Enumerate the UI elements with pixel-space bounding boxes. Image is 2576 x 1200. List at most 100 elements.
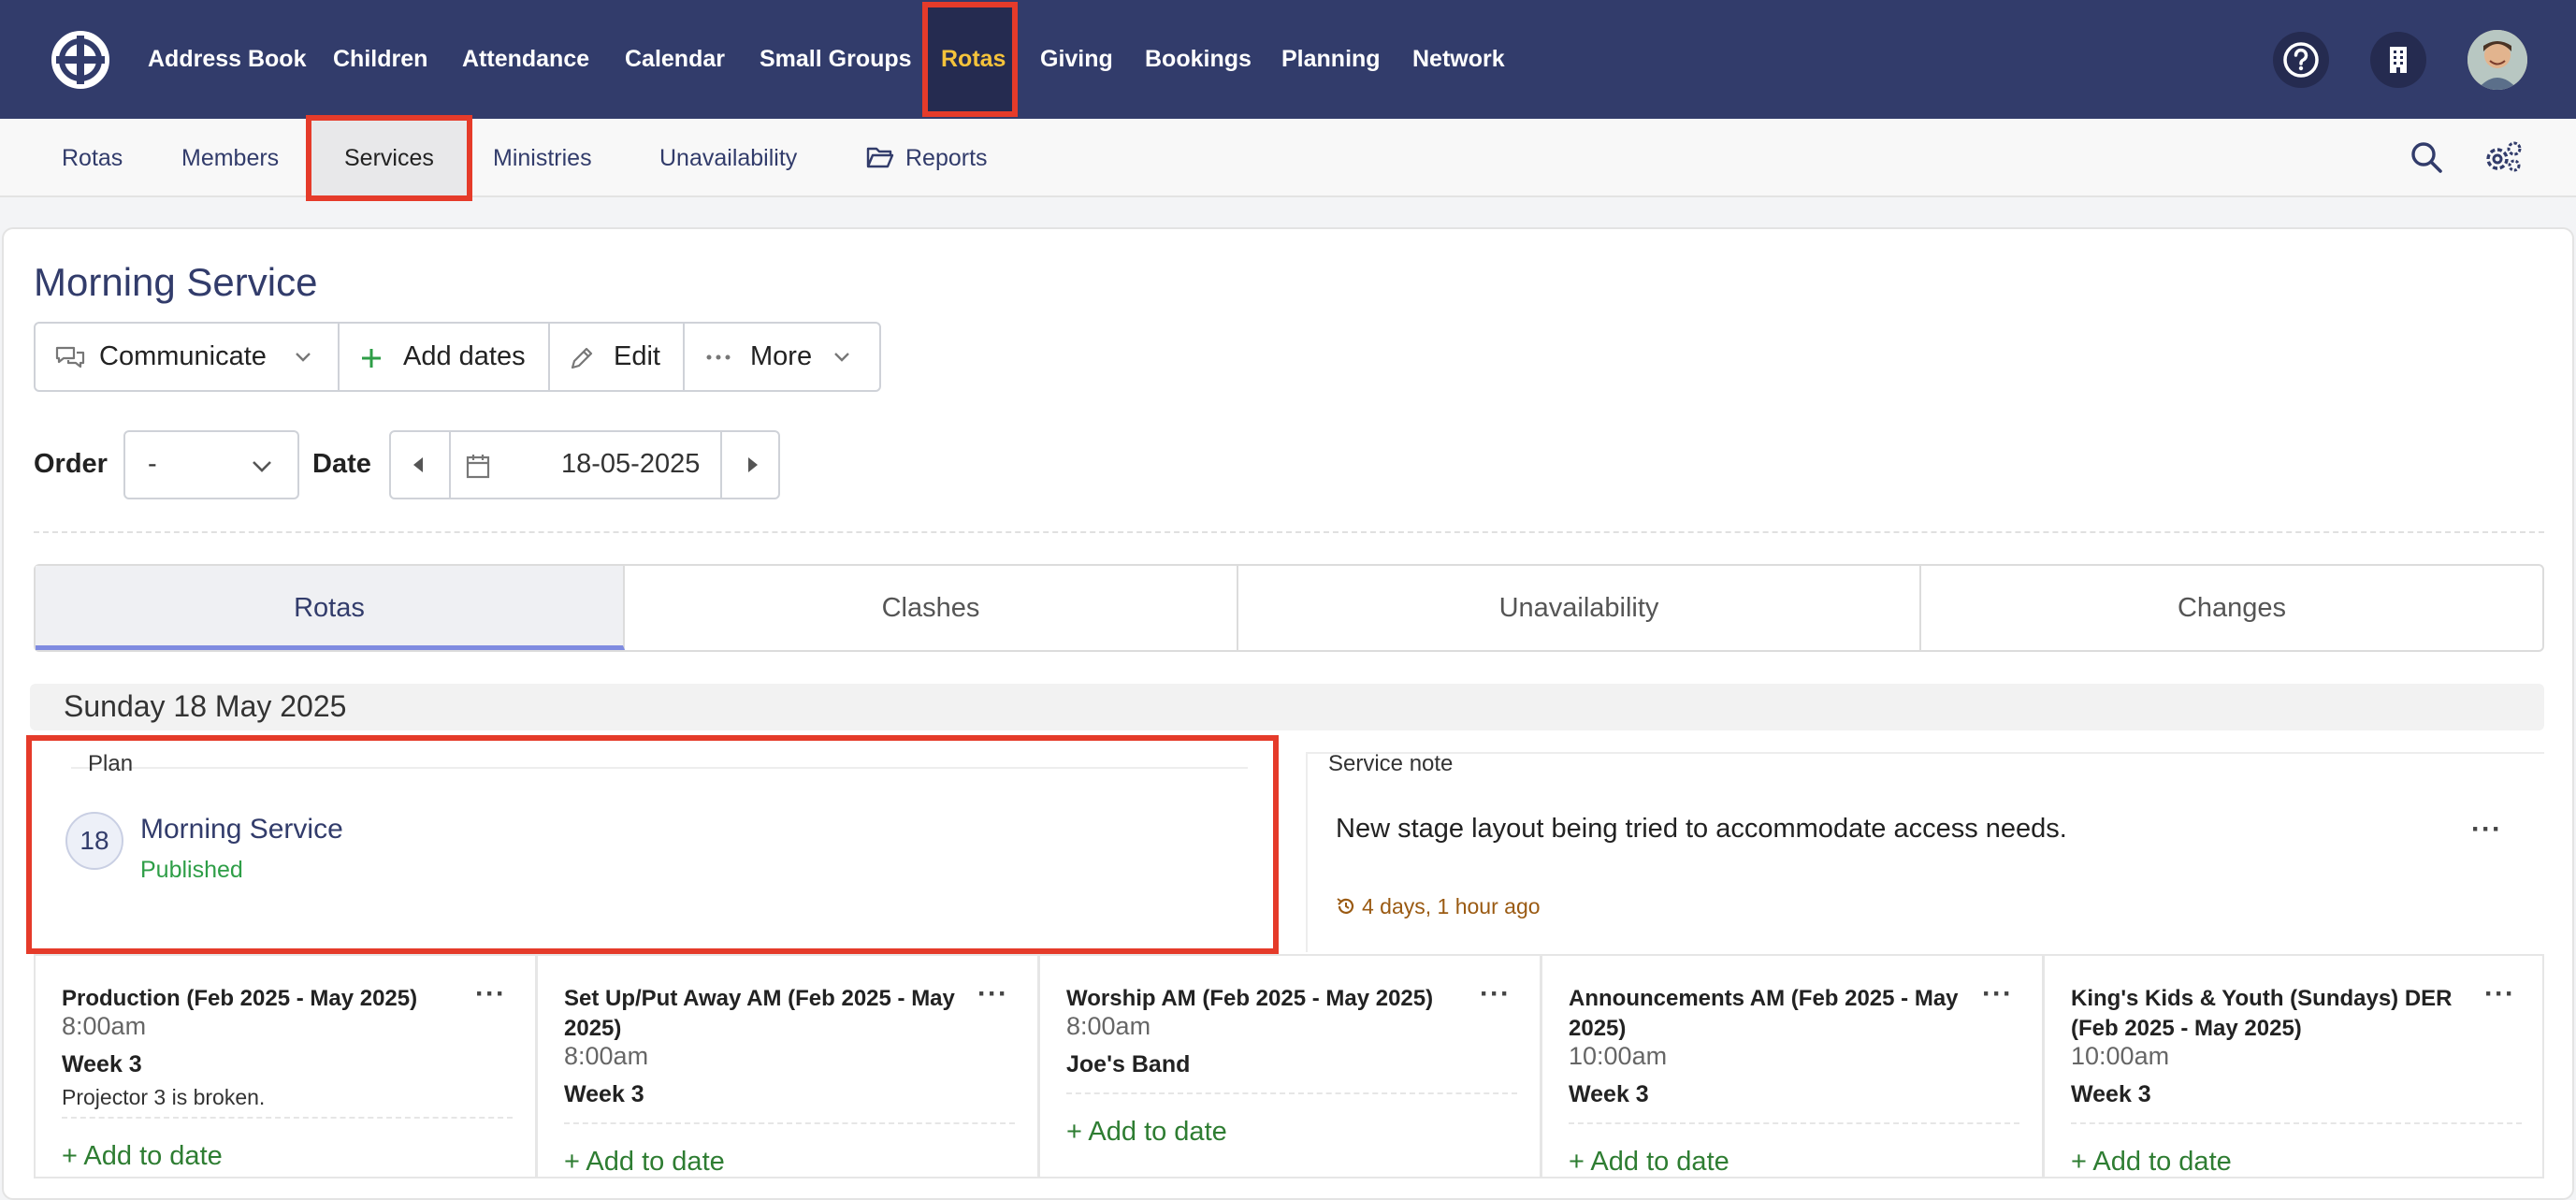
- rota-card: Set Up/Put Away AM (Feb 2025 - May 2025)…: [536, 954, 1039, 1178]
- chevron-down-icon: [296, 353, 311, 362]
- nav-giving[interactable]: Giving: [1040, 41, 1113, 77]
- communicate-button[interactable]: Communicate: [36, 324, 340, 390]
- rota-menu-button[interactable]: ···: [2484, 978, 2515, 1010]
- divider: [34, 531, 2544, 533]
- plan-label: Plan: [88, 751, 134, 776]
- date-picker[interactable]: 18-05-2025: [389, 430, 780, 499]
- tab-rotas[interactable]: Rotas: [36, 566, 625, 650]
- edit-button[interactable]: Edit: [550, 324, 685, 390]
- nav-small-groups[interactable]: Small Groups: [760, 41, 912, 77]
- add-to-date-button[interactable]: + Add to date: [62, 1141, 223, 1172]
- top-navbar: Address Book Children Attendance Calenda…: [0, 0, 2576, 119]
- rota-title[interactable]: King's Kids & Youth (Sundays) DER (Feb 2…: [2071, 984, 2473, 1044]
- tab-changes[interactable]: Changes: [1921, 566, 2542, 650]
- plan-link[interactable]: Morning Service: [140, 814, 343, 846]
- nav-bookings[interactable]: Bookings: [1145, 41, 1252, 77]
- subnav-members[interactable]: Members: [181, 141, 279, 175]
- add-to-date-label: Add to date: [1088, 1117, 1227, 1147]
- tab-clashes[interactable]: Clashes: [625, 566, 1238, 650]
- nav-address-book[interactable]: Address Book: [148, 41, 306, 77]
- nav-children[interactable]: Children: [333, 41, 427, 77]
- page-title: Morning Service: [34, 260, 318, 304]
- rota-card: Announcements AM (Feb 2025 - May 2025) ·…: [1541, 954, 2044, 1178]
- date-value: 18-05-2025: [561, 449, 701, 479]
- building-icon: [2390, 47, 2407, 73]
- add-to-date-button[interactable]: + Add to date: [1569, 1147, 1729, 1178]
- add-to-date-label: Add to date: [1590, 1147, 1729, 1177]
- rota-time: 10:00am: [1569, 1042, 1668, 1070]
- service-note-updated: 4 days, 1 hour ago: [1362, 894, 1541, 918]
- folder-icon: [866, 147, 894, 168]
- plus-icon: +: [62, 1141, 84, 1171]
- add-to-date-label: Add to date: [83, 1141, 223, 1171]
- subnav-unavailability[interactable]: Unavailability: [659, 141, 797, 175]
- add-dates-button[interactable]: Add dates: [340, 324, 550, 390]
- action-button-group: Communicate Add dates Edit More: [34, 322, 881, 392]
- service-note-panel: [1306, 752, 2544, 952]
- nav-attendance[interactable]: Attendance: [462, 41, 589, 77]
- user-avatar[interactable]: [2467, 30, 2527, 90]
- nav-calendar[interactable]: Calendar: [625, 41, 725, 77]
- rota-week: Week 3: [62, 1051, 142, 1077]
- add-to-date-button[interactable]: + Add to date: [1066, 1117, 1227, 1148]
- next-date-button[interactable]: [720, 432, 780, 498]
- rota-menu-button[interactable]: ···: [475, 978, 506, 1010]
- add-dates-label: Add dates: [403, 341, 526, 371]
- plan-day-badge: 18: [65, 812, 123, 870]
- plus-icon: [362, 349, 381, 368]
- add-to-date-button[interactable]: + Add to date: [2071, 1147, 2232, 1178]
- rota-title[interactable]: Set Up/Put Away AM (Feb 2025 - May 2025): [564, 984, 966, 1044]
- avatar-icon: [2467, 30, 2527, 90]
- caret-left-icon: [413, 457, 423, 472]
- ellipsis-icon: [706, 354, 731, 360]
- service-note-menu-button[interactable]: ···: [2471, 814, 2502, 846]
- plus-icon: +: [1569, 1147, 1591, 1177]
- help-icon: [2283, 42, 2319, 78]
- nav-rotas[interactable]: Rotas: [941, 41, 1006, 77]
- plus-icon: +: [564, 1147, 586, 1177]
- subnav-ministries[interactable]: Ministries: [493, 141, 592, 175]
- rota-title[interactable]: Worship AM (Feb 2025 - May 2025): [1066, 984, 1469, 1014]
- more-button[interactable]: More: [685, 324, 879, 390]
- rota-card: Production (Feb 2025 - May 2025) ··· 8:0…: [34, 954, 537, 1178]
- rota-time: 8:00am: [564, 1042, 649, 1070]
- app-logo-icon[interactable]: [51, 30, 110, 90]
- add-to-date-button[interactable]: + Add to date: [564, 1147, 725, 1178]
- settings-gear-icon[interactable]: [2482, 138, 2524, 176]
- search-icon[interactable]: [2410, 140, 2443, 174]
- subnav-services[interactable]: Services: [344, 141, 434, 175]
- nav-network[interactable]: Network: [1412, 41, 1505, 77]
- order-select[interactable]: -: [123, 430, 299, 499]
- chevron-down-icon: [253, 461, 271, 472]
- rota-card: King's Kids & Youth (Sundays) DER (Feb 2…: [2043, 954, 2544, 1178]
- rota-card: Worship AM (Feb 2025 - May 2025) ··· 8:0…: [1038, 954, 1541, 1178]
- rota-menu-button[interactable]: ···: [1982, 978, 2013, 1010]
- day-header: Sunday 18 May 2025: [30, 684, 2544, 730]
- nav-planning[interactable]: Planning: [1281, 41, 1381, 77]
- plus-icon: +: [2071, 1147, 2093, 1177]
- rota-menu-button[interactable]: ···: [1480, 978, 1511, 1010]
- tab-unavailability[interactable]: Unavailability: [1238, 566, 1921, 650]
- date-label: Date: [312, 449, 371, 479]
- rota-title[interactable]: Announcements AM (Feb 2025 - May 2025): [1569, 984, 1971, 1044]
- rota-divider: [1569, 1122, 2019, 1124]
- add-to-date-label: Add to date: [586, 1147, 725, 1177]
- order-value: -: [148, 449, 157, 479]
- plan-divider: [71, 767, 1248, 769]
- rota-menu-button[interactable]: ···: [977, 978, 1008, 1010]
- rota-title[interactable]: Production (Feb 2025 - May 2025): [62, 984, 464, 1014]
- more-label: More: [750, 341, 813, 371]
- order-label: Order: [34, 449, 108, 479]
- organisation-button[interactable]: [2370, 32, 2426, 88]
- service-note-text: New stage layout being tried to accommod…: [1336, 814, 2067, 844]
- rota-week: Week 3: [2071, 1081, 2151, 1107]
- help-button[interactable]: [2273, 32, 2329, 88]
- previous-date-button[interactable]: [391, 432, 451, 498]
- rota-divider: [564, 1122, 1015, 1124]
- history-icon: [1337, 898, 1354, 914]
- subnav-reports[interactable]: Reports: [905, 141, 988, 175]
- subnav-rotas[interactable]: Rotas: [62, 141, 123, 175]
- rota-time: 10:00am: [2071, 1042, 2170, 1070]
- caret-right-icon: [748, 457, 758, 472]
- add-to-date-label: Add to date: [2092, 1147, 2232, 1177]
